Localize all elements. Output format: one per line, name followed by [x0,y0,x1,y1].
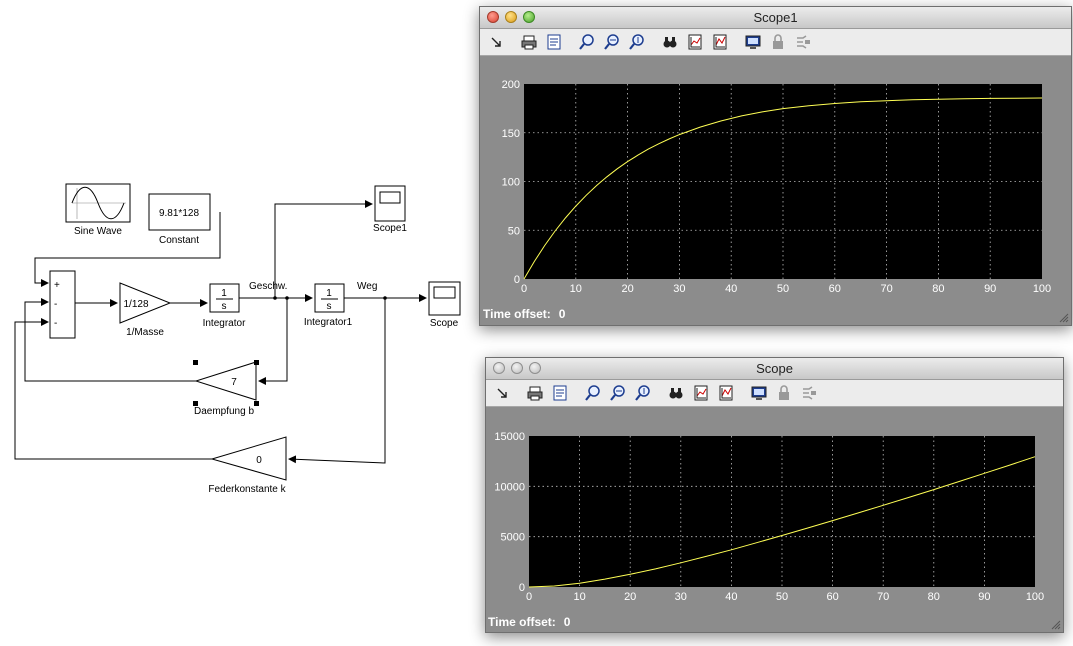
y-tick-label: 0 [514,274,520,286]
x-tick-label: 30 [673,283,685,295]
y-tick-label: 150 [502,128,520,140]
integrator-label: Integrator [203,318,246,329]
damping-value: 7 [231,377,237,388]
y-tick-label: 200 [502,79,520,91]
scope-plot[interactable]: 0 10 20 30 40 50 60 70 80 90 100050001000015000 [486,358,1063,632]
gain-masse-value: 1/128 [123,299,148,310]
x-tick-label: 50 [777,283,789,295]
x-tick-label: 70 [877,591,889,603]
scope1-block-label: Scope1 [373,223,407,234]
y-tick-label: 100 [502,177,520,189]
time-offset-value: 0 [558,307,566,321]
x-tick-label: 40 [725,283,737,295]
sum-block[interactable]: + - - [49,270,76,339]
y-tick-label: 50 [508,225,520,237]
gain-masse-label: 1/Masse [126,327,164,338]
damping-label: Daempfung b [194,406,254,417]
y-tick-label: 15000 [494,431,525,443]
integrator-block[interactable]: 1 s [209,283,240,313]
constant-block[interactable]: 9.81*128 [148,193,211,231]
x-tick-label: 20 [624,591,636,603]
x-tick-label: 100 [1033,283,1051,295]
signal-geschw-label: Geschw. [249,281,287,292]
x-tick-label: 90 [978,591,990,603]
signal-weg-label: Weg [357,281,377,292]
scope1-block[interactable] [374,185,406,222]
y-tick-label: 0 [519,582,525,594]
spring-value: 0 [256,455,262,466]
scope1-plot[interactable]: 0 10 20 30 40 50 60 70 80 90 100 0 50 100 150 200 [480,7,1071,325]
sum-sign-2: - [54,299,57,310]
x-tick-label: 60 [829,283,841,295]
x-tick-label: 0 [521,283,527,295]
integrator-numerator: 1 [221,288,227,299]
x-tick-label: 0 [526,591,532,603]
scope-block[interactable] [428,281,461,316]
scope-time-offset: Time offset: 0 [488,615,570,629]
integrator1-block[interactable]: 1 s [314,283,345,313]
scope-window[interactable]: Scope 0 10 20 30 40 50 60 70 80 90 100 0 5000 10000 15… [485,357,1064,633]
time-offset-label: Time offset: [488,615,556,629]
x-tick-label: 30 [675,591,687,603]
x-tick-label: 80 [932,283,944,295]
damping-gain-block[interactable]: 7 [193,360,259,406]
sum-sign-3: - [54,318,57,329]
resize-grip-icon[interactable] [1049,618,1061,630]
integrator-denominator: s [222,301,227,312]
sum-sign-1: + [54,280,60,291]
integrator1-numerator: 1 [326,288,332,299]
x-tick-label: 50 [776,591,788,603]
scope1-time-offset: Time offset: 0 [483,307,565,321]
scope-block-label: Scope [430,318,459,329]
sine-wave-block[interactable] [65,183,131,223]
time-offset-label: Time offset: [483,307,551,321]
x-tick-label: 100 [1026,591,1044,603]
x-tick-label: 10 [573,591,585,603]
spring-gain-block[interactable]: 0 [210,436,287,481]
x-tick-label: 40 [725,591,737,603]
y-tick-label: 10000 [494,481,525,493]
time-offset-value: 0 [563,615,571,629]
simulink-diagram: Sine Wave 9.81*128 Constant + - - 1/128 … [14,183,461,495]
resize-grip-icon[interactable] [1057,311,1069,323]
spring-label: Federkonstante k [208,484,286,495]
gain-masse-block[interactable]: 1/128 [119,282,172,324]
sine-wave-label: Sine Wave [74,226,122,237]
integrator1-label: Integrator1 [304,317,353,328]
x-tick-label: 10 [570,283,582,295]
x-tick-label: 90 [984,283,996,295]
x-tick-label: 80 [928,591,940,603]
constant-label: Constant [159,235,199,246]
x-tick-label: 60 [826,591,838,603]
x-tick-label: 20 [621,283,633,295]
signal-lines [14,200,427,464]
scope1-window[interactable]: Scope1 0 10 20 30 40 50 60 70 80 90 100 0 50 100 150 20… [479,6,1072,326]
integrator1-denominator: s [327,301,332,312]
constant-value: 9.81*128 [159,208,199,219]
x-tick-label: 70 [880,283,892,295]
y-tick-label: 5000 [501,532,525,544]
